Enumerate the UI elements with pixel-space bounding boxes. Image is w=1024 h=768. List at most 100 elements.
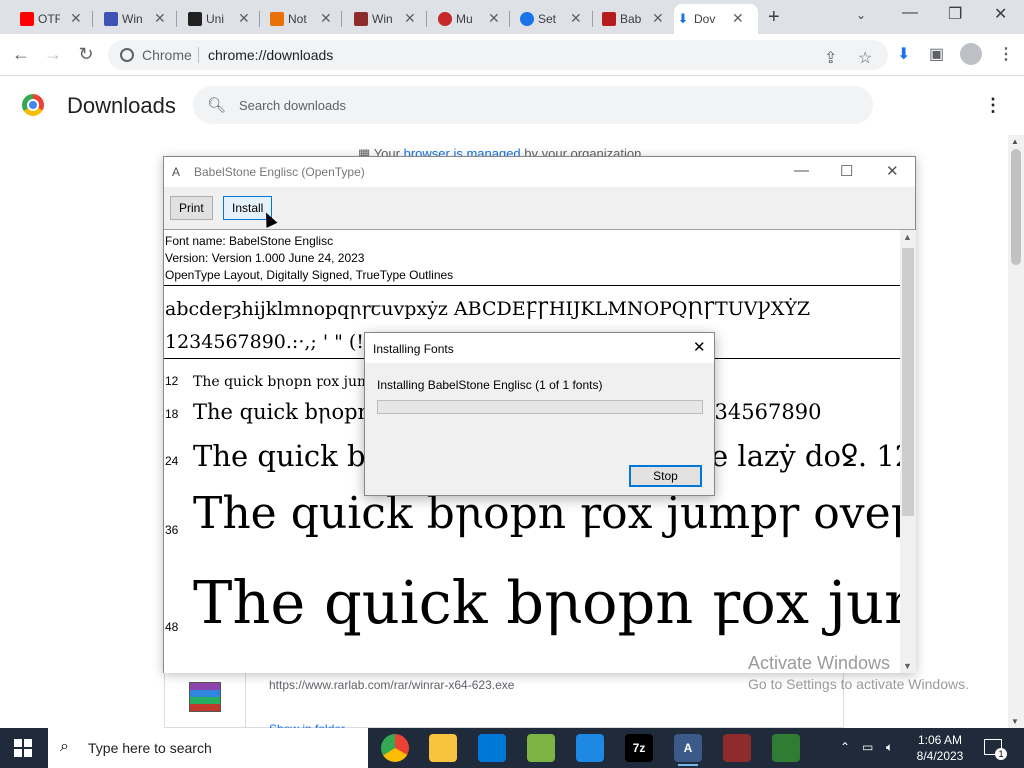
forward-button[interactable]: → — [42, 44, 64, 65]
close-tab-icon[interactable]: ✕ — [238, 10, 250, 27]
tab-title: Bab — [620, 12, 642, 26]
close-tab-icon[interactable]: ✕ — [652, 10, 664, 27]
side-panel-icon[interactable]: ▣ — [929, 44, 944, 64]
address-bar[interactable]: Chrome chrome://downloads ⇪ ☆ — [108, 40, 888, 70]
gear-icon — [520, 12, 534, 26]
close-tab-icon[interactable]: ✕ — [320, 10, 332, 27]
page-scrollbar[interactable]: ▲ ▼ — [1008, 135, 1024, 728]
chrome-menu-icon[interactable]: ⋮ — [998, 44, 1014, 64]
downloads-menu-icon[interactable]: ⋮ — [984, 95, 1002, 116]
scroll-up-icon[interactable]: ▲ — [1011, 137, 1019, 146]
tray-chevron-icon[interactable]: ⌃ — [840, 740, 850, 754]
font-app-icon: A — [172, 165, 181, 179]
scroll-down-icon[interactable]: ▼ — [1011, 717, 1019, 726]
scroll-thumb[interactable] — [902, 248, 914, 516]
greenshot-taskbar-icon[interactable] — [527, 734, 555, 762]
tab-7[interactable]: Set ✕ — [518, 4, 584, 34]
close-icon[interactable]: ✕ — [693, 338, 706, 356]
tab-title: Win — [372, 12, 393, 26]
tab-search-icon[interactable]: ⌄ — [856, 8, 866, 22]
install-status-text: Installing BabelStone Englisc (1 of 1 fo… — [377, 378, 603, 392]
chrome-page-icon — [120, 48, 134, 62]
font-viewer-scrollbar[interactable]: ▲ ▼ — [900, 230, 916, 673]
7zip-taskbar-icon[interactable]: 7z — [625, 734, 653, 762]
download-item: https://www.rarlab.com/rar/winrar-x64-62… — [164, 672, 844, 736]
reload-button[interactable]: ↻ — [75, 44, 97, 65]
scroll-thumb[interactable] — [1011, 149, 1021, 265]
tab-downloads-active[interactable]: ⬇ Dov ✕ — [674, 4, 758, 34]
tab-4[interactable]: Not ✕ — [268, 4, 334, 34]
youtube-icon — [20, 12, 34, 26]
profile-avatar[interactable] — [960, 43, 982, 65]
winrar-icon — [104, 12, 118, 26]
notion-icon — [270, 12, 284, 26]
new-tab-button[interactable]: + — [768, 6, 780, 29]
start-button[interactable] — [14, 739, 32, 757]
chrome-logo-icon — [22, 94, 44, 116]
tab-title: Win — [122, 12, 143, 26]
winrar-taskbar-icon[interactable] — [723, 734, 751, 762]
font-viewer-taskbar-icon[interactable]: A — [674, 734, 702, 766]
tab-title: Dov — [694, 12, 716, 26]
downloads-search[interactable]: 🔍︎ — [193, 86, 873, 124]
winrar-file-icon — [189, 682, 221, 712]
network-icon[interactable]: ▭ — [862, 740, 873, 754]
font-info: Font name: BabelStone Englisc Version: V… — [165, 233, 453, 284]
maximize-button[interactable]: ☐ — [840, 162, 853, 180]
system-clock[interactable]: 1:06 AM 8/4/2023 — [910, 732, 970, 764]
download-icon: ⬇ — [677, 11, 689, 26]
winrar2-taskbar-icon[interactable] — [772, 734, 800, 762]
restore-button[interactable]: ❐ — [948, 4, 962, 24]
search-icon: 🔍︎ — [207, 97, 227, 114]
winrar-icon — [354, 12, 368, 26]
downloads-header: Downloads 🔍︎ ⋮ — [0, 77, 1008, 135]
file-explorer-taskbar-icon[interactable] — [429, 734, 457, 762]
installing-fonts-dialog: Installing Fonts ✕ Installing BabelStone… — [364, 332, 715, 496]
close-button[interactable]: ✕ — [886, 162, 899, 180]
search-icon: ⌕ — [60, 738, 69, 755]
close-tab-icon[interactable]: ✕ — [70, 10, 82, 27]
chrome-taskbar-icon[interactable] — [381, 734, 409, 762]
media-taskbar-icon[interactable] — [576, 734, 604, 762]
install-progress-bar — [377, 400, 703, 414]
close-tab-icon[interactable]: ✕ — [732, 10, 744, 27]
back-button[interactable]: ← — [10, 44, 32, 65]
dialog-titlebar[interactable]: Installing Fonts ✕ — [365, 333, 714, 363]
taskbar-search[interactable]: ⌕ Type here to search — [48, 728, 368, 768]
minimize-button[interactable]: — — [902, 4, 918, 22]
mu-icon — [438, 12, 452, 26]
print-button[interactable]: Print — [170, 196, 213, 220]
unicode-icon — [188, 12, 202, 26]
close-tab-icon[interactable]: ✕ — [570, 10, 582, 27]
tab-6[interactable]: Mu ✕ — [436, 4, 502, 34]
tab-title: Not — [288, 12, 307, 26]
store-taskbar-icon[interactable] — [478, 734, 506, 762]
dialog-title: Installing Fonts — [373, 342, 454, 356]
tab-1[interactable]: OTF ✕ — [18, 4, 84, 34]
url-text[interactable]: chrome://downloads — [208, 47, 333, 63]
bookmark-star-icon[interactable]: ☆ — [858, 48, 872, 68]
tab-title: Mu — [456, 12, 473, 26]
volume-icon[interactable]: 🔈︎ — [886, 740, 893, 755]
close-tab-icon[interactable]: ✕ — [154, 10, 166, 27]
download-url[interactable]: https://www.rarlab.com/rar/winrar-x64-62… — [269, 678, 514, 692]
tab-title: Set — [538, 12, 557, 26]
font-viewer-titlebar[interactable]: A BabelStone Englisc (OpenType) — ☐ ✕ — [164, 157, 915, 187]
notification-center-icon[interactable]: 1 — [984, 739, 1007, 760]
stop-button[interactable]: Stop — [629, 465, 702, 487]
close-tab-icon[interactable]: ✕ — [488, 10, 500, 27]
charset-line-1: abcdeꝼȝhijklmnopqꞃꞅꞇuvpxẏz ABCDEꝻꞄHIJKLM… — [165, 298, 811, 320]
scroll-up-icon[interactable]: ▲ — [903, 232, 912, 242]
search-input[interactable] — [237, 94, 837, 116]
share-icon[interactable]: ⇪ — [824, 48, 837, 68]
tab-5[interactable]: Win ✕ — [352, 4, 418, 34]
font-version: Version: Version 1.000 June 24, 2023 — [165, 251, 365, 265]
minimize-button[interactable]: — — [794, 162, 809, 179]
tab-2[interactable]: Win ✕ — [102, 4, 168, 34]
tab-title: OTF — [38, 12, 60, 26]
downloads-icon[interactable]: ⬇ — [897, 44, 910, 64]
tab-8[interactable]: Bab ✕ — [600, 4, 666, 34]
close-tab-icon[interactable]: ✕ — [404, 10, 416, 27]
close-window-button[interactable]: ✕ — [994, 4, 1007, 24]
tab-3[interactable]: Uni ✕ — [186, 4, 252, 34]
